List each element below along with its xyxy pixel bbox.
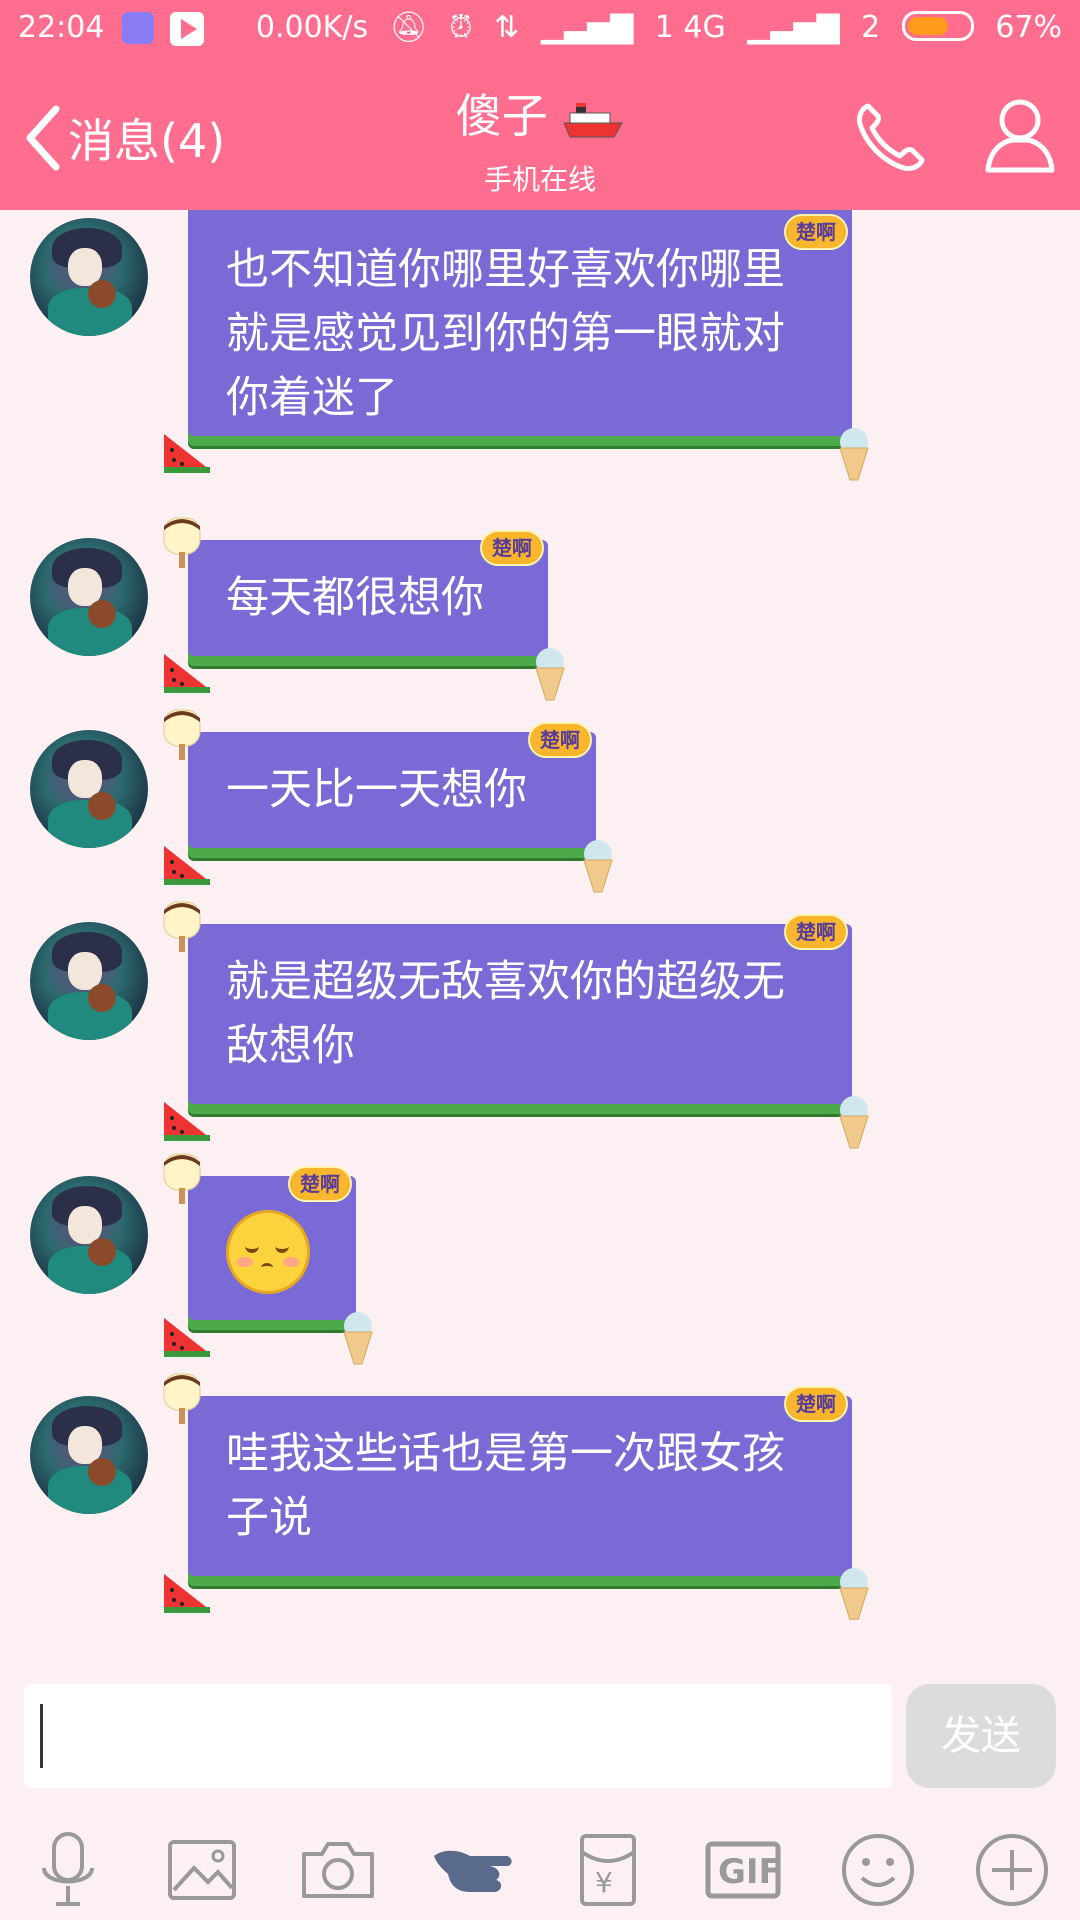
message-bubble[interactable]: 每天都很想你 楚啊 xyxy=(163,517,565,701)
image-button[interactable] xyxy=(162,1830,242,1910)
ice-pop-icon xyxy=(163,1153,201,1204)
camera-icon xyxy=(302,1842,374,1898)
ice-pop-icon xyxy=(163,517,201,568)
person-icon xyxy=(985,99,1055,173)
red-packet-button[interactable]: ¥ xyxy=(568,1830,648,1910)
avatar[interactable] xyxy=(30,1176,148,1294)
profile-button[interactable] xyxy=(982,94,1058,174)
ice-cream-icon xyxy=(839,1568,869,1620)
image-icon xyxy=(168,1840,236,1900)
bubble-tag: 楚啊 xyxy=(288,1166,352,1202)
status-indicators: 0.00K/s 🔕︎ ⏰︎ ⇅ ▁▃▅▇ 1 4G ▁▃▅▇ 2 67% xyxy=(244,10,1062,45)
ice-cream-icon xyxy=(343,1312,373,1365)
input-area: 发送 ¥ GIF xyxy=(0,1620,1080,1920)
bubble-tag: 楚啊 xyxy=(784,1386,848,1422)
watermelon-icon xyxy=(164,1574,210,1613)
message-text: 哇我这些话也是第一次跟女孩子说 xyxy=(226,1429,785,1543)
watermelon-icon xyxy=(164,1318,210,1357)
voice-button[interactable] xyxy=(28,1830,108,1910)
message-bubble[interactable]: 楚啊 xyxy=(163,1153,373,1365)
bubble-tag: 楚啊 xyxy=(528,722,592,758)
battery-percent: 67% xyxy=(995,10,1062,45)
message-bubble[interactable]: 哇我这些话也是第一次跟女孩子说 楚啊 xyxy=(163,1373,869,1620)
avatar[interactable] xyxy=(30,538,148,656)
gif-button[interactable]: GIF xyxy=(700,1830,790,1910)
message-text: 也不知道你哪里好喜欢你哪里就是感觉见到你的第一眼就对你着迷了 xyxy=(226,245,785,423)
camera-button[interactable] xyxy=(298,1830,378,1910)
call-button[interactable] xyxy=(850,98,930,178)
chat-header: 消息(4) 傻子 手机在线 xyxy=(0,58,1080,210)
ship-icon xyxy=(562,99,624,141)
ice-pop-icon xyxy=(163,901,201,952)
message-bubble[interactable]: 也不知道你哪里好喜欢你哪里就是感觉见到你的第一眼就对你着迷了 楚啊 xyxy=(164,210,869,481)
ice-cream-icon xyxy=(839,1096,869,1149)
avatar[interactable] xyxy=(30,730,148,848)
ice-cream-icon xyxy=(839,428,869,481)
signal-icon: ▁▃▅▇ xyxy=(747,10,840,45)
message-bubble[interactable]: 就是超级无敌喜欢你的超级无敌想你 楚啊 xyxy=(163,901,869,1149)
alarm-icon: ⏰︎ xyxy=(449,10,473,45)
watermelon-icon xyxy=(164,846,210,885)
bubble-tag: 楚啊 xyxy=(480,530,544,566)
message-text: 每天都很想你 xyxy=(226,573,484,623)
plus-icon xyxy=(976,1834,1048,1906)
message-list[interactable]: 也不知道你哪里好喜欢你哪里就是感觉见到你的第一眼就对你着迷了 楚啊 每天都很想你… xyxy=(0,210,1080,1620)
sim1-label: 1 4G xyxy=(654,10,726,45)
poke-button[interactable] xyxy=(430,1830,520,1910)
message-input[interactable] xyxy=(24,1684,892,1788)
signal-icon: ▁▃▅▇ xyxy=(540,10,634,45)
emoji-button[interactable] xyxy=(838,1830,918,1910)
watermelon-icon xyxy=(164,654,210,693)
notification-app-icon xyxy=(122,12,154,44)
watermelon-icon xyxy=(164,1102,210,1141)
text-caret xyxy=(40,1704,43,1768)
sim2-label: 2 xyxy=(861,10,881,45)
battery-icon xyxy=(901,11,974,41)
battery-fill xyxy=(907,17,948,35)
contact-name: 傻子 xyxy=(455,89,548,143)
ice-pop-icon xyxy=(163,1373,201,1424)
bubble-tag: 楚啊 xyxy=(784,214,848,250)
red-packet-symbol: ¥ xyxy=(595,1866,613,1899)
microphone-icon xyxy=(42,1832,94,1906)
message-text: 一天比一天想你 xyxy=(226,765,527,815)
network-speed: 0.00K/s xyxy=(255,10,369,45)
data-arrows-icon: ⇅ xyxy=(494,10,520,45)
send-button[interactable]: 发送 xyxy=(906,1684,1056,1788)
ice-pop-icon xyxy=(163,709,201,760)
status-time: 22:04 xyxy=(18,10,105,45)
message-text: 就是超级无敌喜欢你的超级无敌想你 xyxy=(226,957,785,1071)
ice-cream-icon xyxy=(583,840,613,893)
input-toolbar: ¥ GIF xyxy=(0,1818,1080,1920)
message-bubble[interactable]: 一天比一天想你 楚啊 xyxy=(163,709,613,893)
poke-hand-icon xyxy=(434,1850,512,1892)
more-button[interactable] xyxy=(972,1830,1052,1910)
blushing-smile-emoji-icon xyxy=(226,1210,310,1294)
watermelon-icon xyxy=(164,434,210,473)
status-bar: 22:04 0.00K/s 🔕︎ ⏰︎ ⇅ ▁▃▅▇ 1 4G ▁▃▅▇ 2 6… xyxy=(0,0,1080,58)
play-store-icon xyxy=(170,12,204,46)
avatar[interactable] xyxy=(30,1396,148,1514)
mute-icon: 🔕︎ xyxy=(389,10,428,45)
bubble-tag: 楚啊 xyxy=(784,914,848,950)
emoji-icon xyxy=(842,1834,914,1906)
ice-cream-icon xyxy=(535,648,565,701)
avatar[interactable] xyxy=(30,218,148,336)
avatar[interactable] xyxy=(30,922,148,1040)
phone-icon xyxy=(857,103,925,171)
gif-label: GIF xyxy=(718,1852,782,1892)
